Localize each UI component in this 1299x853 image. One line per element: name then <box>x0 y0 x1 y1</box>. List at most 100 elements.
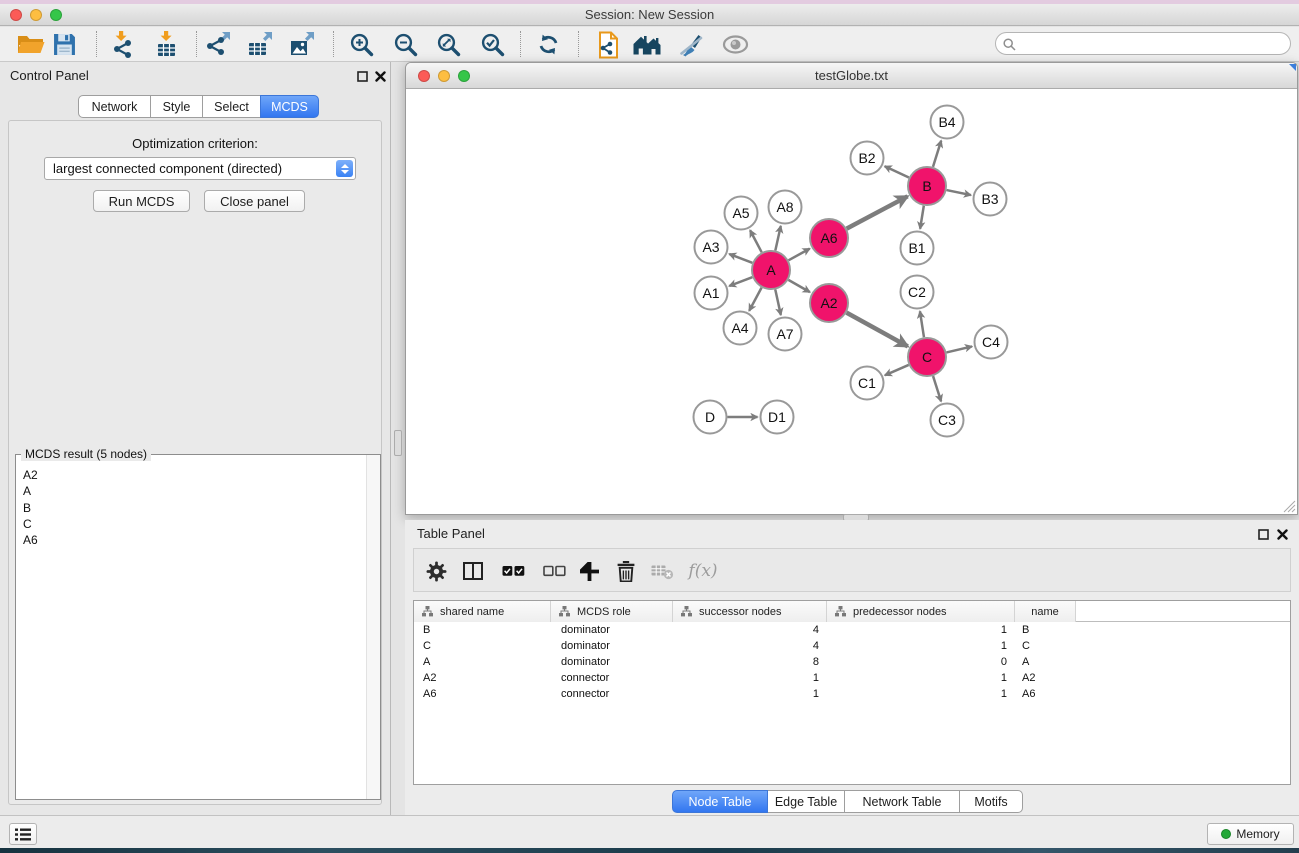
memory-button[interactable]: Memory <box>1207 823 1294 845</box>
graph-edge-A2-C[interactable] <box>847 313 908 347</box>
graph-edge-C-C3[interactable] <box>933 376 941 401</box>
function-builder-button[interactable]: f(x) <box>686 558 720 584</box>
graph-node-A[interactable]: A <box>752 251 790 289</box>
graph-node-A1[interactable]: A1 <box>695 277 728 310</box>
tab-mcds[interactable]: MCDS <box>260 95 319 118</box>
search-box[interactable] <box>995 32 1291 55</box>
column-header-successor-nodes[interactable]: successor nodes <box>673 601 827 622</box>
save-session-button[interactable] <box>46 29 82 60</box>
graph-node-B3[interactable]: B3 <box>974 183 1007 216</box>
network-zoom-button[interactable] <box>458 70 470 82</box>
column-header-predecessor-nodes[interactable]: predecessor nodes <box>827 601 1015 622</box>
zoom-selected-button[interactable] <box>474 29 510 60</box>
graph-node-A3[interactable]: A3 <box>695 231 728 264</box>
table-row[interactable]: Cdominator41C <box>414 638 1290 654</box>
tab-style[interactable]: Style <box>150 95 203 118</box>
graph-node-B4[interactable]: B4 <box>931 106 964 139</box>
tab-edge-table[interactable]: Edge Table <box>767 790 845 813</box>
table-float-button[interactable] <box>1257 528 1270 541</box>
zoom-out-button[interactable] <box>387 29 423 60</box>
run-mcds-button[interactable]: Run MCDS <box>93 190 190 212</box>
graph-edge-B-B4[interactable] <box>933 141 941 167</box>
hide-graphics-details-button[interactable] <box>673 29 709 60</box>
table-row[interactable]: A6connector11A6 <box>414 686 1290 702</box>
network-canvas[interactable]: B4B2BB3A8A5A6A3B1AA1C2A2A4A7C4CC1DD1C3 <box>406 89 1297 514</box>
resize-grip-icon[interactable] <box>1282 499 1296 513</box>
graph-node-C3[interactable]: C3 <box>931 404 964 437</box>
graph-edge-B-B3[interactable] <box>947 190 971 195</box>
close-window-button[interactable] <box>10 9 22 21</box>
export-image-button[interactable] <box>285 29 321 60</box>
graph-node-A5[interactable]: A5 <box>725 197 758 230</box>
refresh-layout-button[interactable] <box>530 29 566 60</box>
task-history-button[interactable] <box>9 823 37 845</box>
table-row[interactable]: Adominator80A <box>414 654 1290 670</box>
graph-node-A7[interactable]: A7 <box>769 318 802 351</box>
graph-node-B2[interactable]: B2 <box>851 142 884 175</box>
network-minimize-button[interactable] <box>438 70 450 82</box>
result-item[interactable]: A6 <box>17 532 365 548</box>
float-panel-button[interactable] <box>356 70 369 83</box>
graph-edge-C-C4[interactable] <box>946 346 972 352</box>
split-table-button[interactable] <box>460 558 486 584</box>
graph-edge-C-C1[interactable] <box>885 365 909 375</box>
graph-edge-A-A7[interactable] <box>775 290 781 315</box>
tab-node-table[interactable]: Node Table <box>672 790 768 813</box>
graph-node-C[interactable]: C <box>908 338 946 376</box>
graph-node-D[interactable]: D <box>694 401 727 434</box>
open-session-button[interactable] <box>13 29 49 60</box>
network-close-button[interactable] <box>418 70 430 82</box>
search-input[interactable] <box>1020 34 1284 53</box>
result-item[interactable]: B <box>17 500 365 516</box>
graph-edge-A-A8[interactable] <box>775 226 780 250</box>
graph-node-A4[interactable]: A4 <box>724 312 757 345</box>
show-graphics-details-button[interactable] <box>717 29 753 60</box>
graph-node-B1[interactable]: B1 <box>901 232 934 265</box>
graph-node-C4[interactable]: C4 <box>975 326 1008 359</box>
graph-edge-A-A1[interactable] <box>729 277 752 286</box>
vertical-splitter-handle[interactable] <box>394 430 402 456</box>
welcome-screen-button[interactable] <box>629 29 665 60</box>
minimize-window-button[interactable] <box>30 9 42 21</box>
optimization-criterion-select[interactable]: largest connected component (directed) <box>44 157 356 180</box>
graph-node-A8[interactable]: A8 <box>769 191 802 224</box>
export-network-button[interactable] <box>201 29 237 60</box>
tab-select[interactable]: Select <box>202 95 261 118</box>
graph-edge-B-B1[interactable] <box>920 206 924 229</box>
network-graph[interactable]: B4B2BB3A8A5A6A3B1AA1C2A2A4A7C4CC1DD1C3 <box>406 89 1297 514</box>
graph-node-B[interactable]: B <box>908 167 946 205</box>
graph-node-C2[interactable]: C2 <box>901 276 934 309</box>
add-column-button[interactable] <box>576 558 602 584</box>
zoom-fit-button[interactable] <box>430 29 466 60</box>
graph-edge-A-A2[interactable] <box>788 280 809 292</box>
result-item[interactable]: A2 <box>17 467 365 483</box>
tab-network[interactable]: Network <box>78 95 151 118</box>
table-row[interactable]: Bdominator41B <box>414 622 1290 638</box>
result-item[interactable]: A <box>17 483 365 499</box>
column-header-name[interactable]: name <box>1015 601 1076 622</box>
table-close-button[interactable] <box>1276 528 1289 541</box>
tab-network-table[interactable]: Network Table <box>844 790 960 813</box>
enable-all-checks-button[interactable] <box>500 558 526 584</box>
import-network-button[interactable] <box>103 29 139 60</box>
zoom-in-button[interactable] <box>343 29 379 60</box>
clone-network-button[interactable] <box>589 29 625 60</box>
column-header-shared-name[interactable]: shared name <box>414 601 551 622</box>
import-table-button[interactable] <box>148 29 184 60</box>
table-row[interactable]: A2connector11A2 <box>414 670 1290 686</box>
column-settings-button[interactable] <box>423 558 449 584</box>
graph-edge-A6-B[interactable] <box>847 196 908 228</box>
disable-all-checks-button[interactable] <box>541 558 567 584</box>
tab-motifs[interactable]: Motifs <box>959 790 1023 813</box>
export-table-button[interactable] <box>243 29 279 60</box>
close-panel-button-mcds[interactable]: Close panel <box>204 190 305 212</box>
delete-table-button[interactable] <box>649 558 675 584</box>
graph-edge-A-A4[interactable] <box>749 288 761 311</box>
graph-edge-A-A5[interactable] <box>750 230 762 252</box>
graph-edge-C-C2[interactable] <box>920 311 924 337</box>
graph-edge-B-B2[interactable] <box>885 166 909 177</box>
graph-node-A2[interactable]: A2 <box>810 284 848 322</box>
close-panel-button[interactable] <box>374 70 387 83</box>
zoom-window-button[interactable] <box>50 9 62 21</box>
graph-node-A6[interactable]: A6 <box>810 219 848 257</box>
